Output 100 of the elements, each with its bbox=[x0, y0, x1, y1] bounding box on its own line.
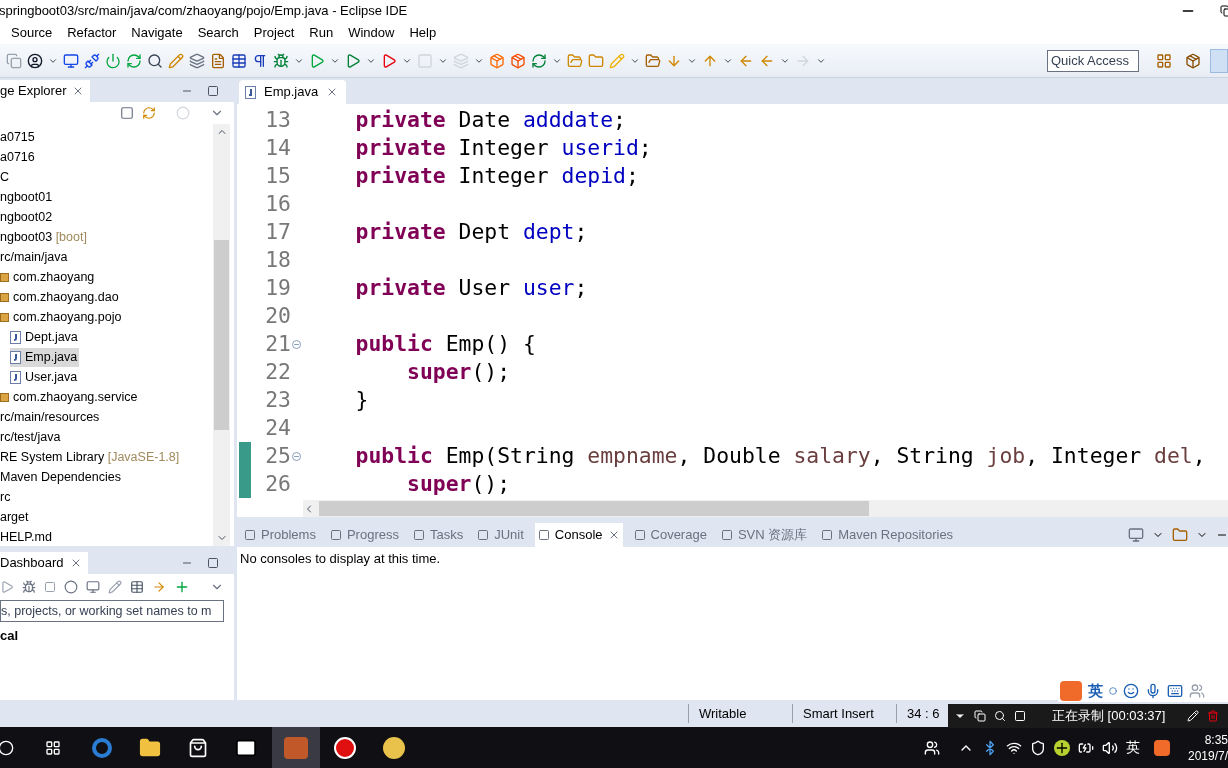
panel-tab[interactable]: JUnit bbox=[474, 523, 527, 547]
circle-icon[interactable] bbox=[64, 580, 78, 594]
tree-item[interactable]: C bbox=[0, 167, 12, 187]
tree-item[interactable]: a0715 bbox=[0, 127, 37, 147]
maximize-icon[interactable] bbox=[207, 557, 219, 569]
panel-tab[interactable]: Tasks bbox=[409, 523, 467, 547]
tree-item[interactable]: a0716 bbox=[0, 147, 37, 167]
shield-icon[interactable] bbox=[1030, 739, 1046, 756]
menu-item[interactable]: Run bbox=[309, 23, 334, 43]
power-icon[interactable] bbox=[105, 52, 121, 69]
code-line: private Dept dept; bbox=[354, 217, 588, 246]
menu-item[interactable]: Window bbox=[348, 23, 395, 43]
tree-item[interactable]: rc bbox=[0, 487, 13, 507]
tree-item[interactable]: ngboot02 bbox=[0, 207, 55, 227]
ime-indicator[interactable]: 英 bbox=[1126, 737, 1140, 758]
people-icon[interactable] bbox=[924, 739, 940, 756]
plus-icon[interactable] bbox=[1054, 739, 1070, 756]
document-icon[interactable] bbox=[210, 52, 226, 69]
package-icon[interactable] bbox=[510, 52, 526, 69]
layers-icon[interactable] bbox=[189, 52, 205, 69]
plug-icon[interactable] bbox=[84, 52, 100, 69]
pilcrow-icon[interactable] bbox=[252, 52, 268, 69]
play-icon[interactable] bbox=[309, 52, 325, 69]
package-icon[interactable] bbox=[1185, 52, 1201, 69]
package-icon[interactable] bbox=[489, 52, 505, 69]
tree-item[interactable]: Dept.java bbox=[10, 327, 80, 347]
emoji-icon[interactable] bbox=[1123, 683, 1139, 699]
recording-status: 正在录制 [00:03:37] bbox=[1052, 707, 1166, 726]
ime-mode[interactable]: 英 bbox=[1088, 679, 1103, 703]
editor-tab[interactable]: Emp.java bbox=[239, 80, 347, 104]
tree-item[interactable]: arget bbox=[0, 507, 31, 527]
user-icon[interactable] bbox=[27, 52, 43, 69]
keyboard-icon[interactable] bbox=[1167, 683, 1183, 699]
panel-tab[interactable]: SVN 资源库 bbox=[717, 523, 811, 547]
horizontal-scrollbar[interactable] bbox=[303, 500, 1228, 517]
monitor-icon[interactable] bbox=[1128, 527, 1144, 543]
run-icon[interactable] bbox=[381, 52, 397, 69]
menu-item[interactable]: Search bbox=[197, 23, 239, 43]
table-icon[interactable] bbox=[231, 52, 247, 69]
code-line: private Date adddate; bbox=[354, 105, 626, 134]
panel-tab[interactable]: Console bbox=[534, 523, 623, 547]
trash-icon[interactable] bbox=[1207, 710, 1220, 722]
clock[interactable]: 8:35 2019/7/ bbox=[1182, 731, 1228, 764]
menu-item[interactable]: Navigate bbox=[131, 23, 183, 43]
line-number: 21 bbox=[264, 329, 291, 358]
window-icon[interactable] bbox=[974, 710, 986, 722]
tree-item[interactable]: rc/test/java bbox=[0, 427, 63, 447]
copy-icon[interactable] bbox=[6, 52, 22, 69]
store-icon[interactable] bbox=[188, 737, 208, 758]
panel-tab[interactable]: Dashboard bbox=[0, 552, 88, 574]
tree-item[interactable]: com.zhaoyang.dao bbox=[0, 287, 121, 307]
line-number: 15 bbox=[264, 161, 291, 190]
tree-item[interactable]: ngboot03 [boot] bbox=[0, 227, 89, 247]
tree-item[interactable]: User.java bbox=[10, 367, 80, 387]
run-icon[interactable] bbox=[345, 52, 361, 69]
monitor-icon[interactable] bbox=[63, 52, 79, 69]
menu-item[interactable]: Help bbox=[409, 23, 437, 43]
refresh-icon[interactable] bbox=[126, 52, 142, 69]
panel-tab[interactable]: ge Explorer bbox=[0, 80, 91, 102]
filter-field[interactable]: s, projects, or working set names to m bbox=[0, 600, 224, 622]
maximize-icon[interactable] bbox=[207, 85, 219, 97]
tree-item[interactable]: Emp.java bbox=[10, 347, 80, 367]
play-icon[interactable] bbox=[0, 580, 14, 594]
search-icon[interactable] bbox=[994, 710, 1006, 722]
bug-icon[interactable] bbox=[273, 52, 289, 69]
java-file-icon bbox=[10, 330, 21, 344]
record-icon[interactable] bbox=[334, 736, 356, 759]
table-icon[interactable] bbox=[130, 580, 144, 594]
panel-tab[interactable]: Maven Repositories bbox=[818, 523, 957, 547]
menu-item[interactable]: Refactor bbox=[67, 23, 117, 43]
volume-icon[interactable] bbox=[1102, 739, 1118, 756]
search-icon[interactable] bbox=[147, 52, 163, 69]
monitor-icon[interactable] bbox=[86, 580, 100, 594]
quick-access-field[interactable]: Quick Access bbox=[1047, 49, 1139, 72]
tree-item[interactable]: rc/main/resources bbox=[0, 407, 102, 427]
tree-item[interactable]: com.zhaoyang.pojo bbox=[0, 307, 124, 327]
menu-item[interactable]: Source bbox=[11, 23, 53, 43]
tree-item[interactable]: rc/main/java bbox=[0, 247, 70, 267]
app-button[interactable] bbox=[272, 727, 320, 768]
tree-item[interactable]: Maven Dependencies bbox=[0, 467, 123, 487]
bug-icon[interactable] bbox=[22, 580, 36, 594]
panel-tab[interactable]: Progress bbox=[326, 523, 402, 547]
tree-item[interactable]: ngboot01 bbox=[0, 187, 55, 207]
tree-item[interactable]: com.zhaoyang.service bbox=[0, 387, 140, 407]
tree-item[interactable]: com.zhaoyang bbox=[0, 267, 97, 287]
line-number: 13 bbox=[264, 105, 291, 134]
refresh-icon[interactable] bbox=[531, 52, 547, 69]
microphone-icon[interactable] bbox=[1145, 683, 1161, 699]
panel-tab[interactable]: Problems bbox=[241, 523, 319, 547]
tree-item[interactable]: HELP.md bbox=[0, 527, 54, 546]
panel-tab[interactable]: Coverage bbox=[630, 523, 710, 547]
line-number: 25 bbox=[264, 441, 291, 470]
stop-icon[interactable] bbox=[44, 581, 56, 593]
package-icon bbox=[0, 392, 9, 402]
scrollbar[interactable] bbox=[213, 124, 230, 546]
menu-item[interactable]: Project bbox=[253, 23, 295, 43]
tree-item[interactable]: RE System Library [JavaSE-1.8] bbox=[0, 447, 182, 467]
line-number: 18 bbox=[264, 245, 291, 274]
section-label: cal bbox=[0, 627, 19, 645]
folder-icon[interactable] bbox=[139, 736, 161, 759]
